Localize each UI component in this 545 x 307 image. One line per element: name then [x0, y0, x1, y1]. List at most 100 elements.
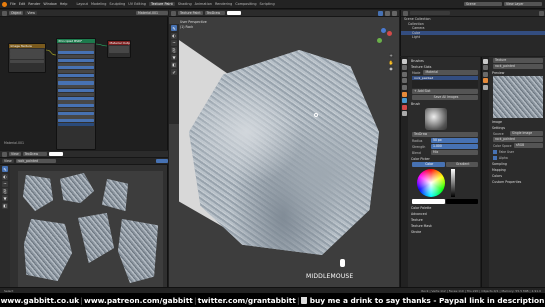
- texture-properties-panel[interactable]: Texture rock_painted Preview Image Setti…: [481, 57, 545, 292]
- blend-dropdown[interactable]: Mix: [431, 150, 478, 155]
- menu-window[interactable]: Window: [43, 2, 56, 6]
- brushes-panel[interactable]: Brushes: [411, 58, 479, 63]
- brush-name-field[interactable]: TexDraw: [412, 132, 478, 137]
- tool-properties-panel[interactable]: Brushes Texture Slots Mode Material rock_…: [400, 57, 480, 292]
- strength-field[interactable]: 1.000: [431, 144, 478, 149]
- slot-mode-dropdown[interactable]: Material: [423, 70, 478, 75]
- uv-image-canvas[interactable]: [18, 171, 163, 289]
- image-pin-button[interactable]: [156, 158, 168, 164]
- tab-scripting[interactable]: Scripting: [260, 2, 275, 6]
- radius-field[interactable]: 50 px: [431, 138, 478, 143]
- menu-help[interactable]: Help: [60, 2, 68, 6]
- editor-type-icon[interactable]: [403, 10, 408, 16]
- view-layer-selector[interactable]: View Layer: [504, 1, 542, 7]
- tab-gradient[interactable]: Gradient: [445, 162, 478, 167]
- shading-solid-icon[interactable]: [378, 10, 383, 16]
- shader-node-editor[interactable]: Object View Material.001 Image Texture P…: [0, 10, 168, 150]
- soften-tool-icon[interactable]: ◐: [2, 173, 8, 180]
- settings-section[interactable]: Settings: [492, 125, 544, 130]
- tab-uv-editing[interactable]: UV Editing: [128, 2, 146, 6]
- fill-tool-icon[interactable]: ▼: [2, 195, 8, 202]
- texture-slot-list[interactable]: rock_painted: [412, 76, 478, 88]
- paint-mode-dropdown[interactable]: View: [9, 151, 21, 157]
- secondary-color-swatch[interactable]: [445, 199, 478, 204]
- texture-slots-panel[interactable]: Texture Slots: [411, 64, 479, 69]
- custom-properties-section[interactable]: Custom Properties: [492, 179, 544, 184]
- color-wheel[interactable]: [417, 169, 445, 197]
- texture-section[interactable]: Texture: [411, 217, 479, 222]
- tab-layout[interactable]: Layout: [76, 2, 88, 6]
- twitter-link[interactable]: twitter.com/grantabbitt: [198, 296, 296, 305]
- render-tab-icon[interactable]: [483, 65, 488, 71]
- filter-icon[interactable]: [539, 10, 544, 16]
- value-slider[interactable]: [451, 169, 455, 197]
- image-view-menu[interactable]: View: [2, 158, 14, 164]
- blender-logo-icon[interactable]: [2, 1, 7, 7]
- material-tab-icon[interactable]: [402, 104, 407, 110]
- texture-mask-section[interactable]: Texture Mask: [411, 223, 479, 228]
- camera-view-icon[interactable]: ◉: [388, 65, 394, 71]
- soften-brush-icon[interactable]: ◐: [171, 32, 177, 39]
- scene-selector[interactable]: Scene: [464, 1, 502, 7]
- shading-rendered-icon[interactable]: [392, 10, 397, 16]
- alpha-checkbox[interactable]: [493, 155, 497, 160]
- primary-color-swatch[interactable]: [412, 199, 445, 204]
- shading-material-icon[interactable]: [385, 10, 390, 16]
- gizmo-z-axis-icon[interactable]: [381, 28, 386, 33]
- patreon-link[interactable]: www.patreon.com/gabbitt: [84, 296, 193, 305]
- navigation-gizmo[interactable]: [374, 28, 394, 48]
- image-editor[interactable]: View TexDraw View rock_painted ✎ ◐ ~ ⎘ ▼…: [0, 151, 168, 292]
- website-link[interactable]: www.gabbitt.co.uk: [1, 296, 80, 305]
- texture-tab-icon[interactable]: [483, 84, 488, 90]
- mapping-section[interactable]: Mapping: [492, 167, 544, 172]
- sampling-section[interactable]: Sampling: [492, 161, 544, 166]
- outliner[interactable]: Scene Collection Collection Camera Cube …: [400, 10, 545, 56]
- texture-slot-item[interactable]: rock_painted: [412, 76, 478, 80]
- brush-panel[interactable]: Brush: [411, 101, 479, 106]
- save-all-images-button[interactable]: Save All Images: [412, 95, 478, 100]
- viewport-color-swatch[interactable]: [226, 10, 241, 16]
- viewport-brush-selector[interactable]: TexDraw: [204, 10, 225, 16]
- modifier-tab-icon[interactable]: [402, 98, 407, 104]
- draw-tool-icon[interactable]: ✎: [2, 166, 8, 173]
- preview-section[interactable]: Preview: [492, 70, 544, 75]
- menu-render[interactable]: Render: [28, 2, 40, 6]
- gizmo-x-axis-icon[interactable]: [387, 31, 392, 36]
- tab-sculpting[interactable]: Sculpting: [109, 2, 125, 6]
- tool-tab-icon[interactable]: [483, 58, 488, 64]
- brush-preview-icon[interactable]: [425, 108, 447, 130]
- tab-modeling[interactable]: Modeling: [91, 2, 106, 6]
- pan-icon[interactable]: ✋: [388, 59, 394, 65]
- annotate-tool-icon[interactable]: ✐: [171, 69, 177, 76]
- tab-shading[interactable]: Shading: [178, 2, 192, 6]
- draw-brush-icon[interactable]: ✎: [171, 25, 177, 32]
- mask-tool-icon[interactable]: ◧: [2, 202, 8, 209]
- menu-file[interactable]: File: [10, 2, 16, 6]
- zoom-icon[interactable]: +: [388, 53, 394, 59]
- texture-tab-icon[interactable]: [402, 111, 407, 117]
- output-tab-icon[interactable]: [402, 71, 407, 77]
- gizmo-y-axis-icon[interactable]: [377, 38, 382, 43]
- light-row[interactable]: Light: [401, 35, 545, 40]
- tab-animation[interactable]: Animation: [195, 2, 212, 6]
- tab-rendering[interactable]: Rendering: [215, 2, 232, 6]
- object-tab-icon[interactable]: [483, 78, 488, 84]
- color-space-dropdown[interactable]: sRGB: [514, 143, 543, 148]
- editor-type-icon[interactable]: [171, 10, 176, 16]
- brush-color-swatch[interactable]: [48, 151, 63, 157]
- tab-compositing[interactable]: Compositing: [235, 2, 256, 6]
- editor-type-icon[interactable]: [2, 151, 7, 157]
- image-brush-selector[interactable]: TexDraw: [22, 151, 47, 157]
- stroke-section[interactable]: Stroke: [411, 229, 479, 234]
- image-name-field[interactable]: rock_painted: [15, 158, 56, 164]
- mask-brush-icon[interactable]: ◧: [171, 61, 177, 68]
- output-tab-icon[interactable]: [483, 71, 488, 77]
- object-tab-icon[interactable]: [402, 91, 407, 97]
- scene-tab-icon[interactable]: [402, 78, 407, 84]
- render-tab-icon[interactable]: [402, 65, 407, 71]
- image-file-field[interactable]: rock_painted: [493, 137, 543, 142]
- source-dropdown[interactable]: Single Image: [510, 131, 543, 136]
- smear-tool-icon[interactable]: ~: [2, 180, 8, 187]
- tool-tab-icon[interactable]: [402, 58, 407, 64]
- tab-texture-paint[interactable]: Texture Paint: [148, 2, 175, 6]
